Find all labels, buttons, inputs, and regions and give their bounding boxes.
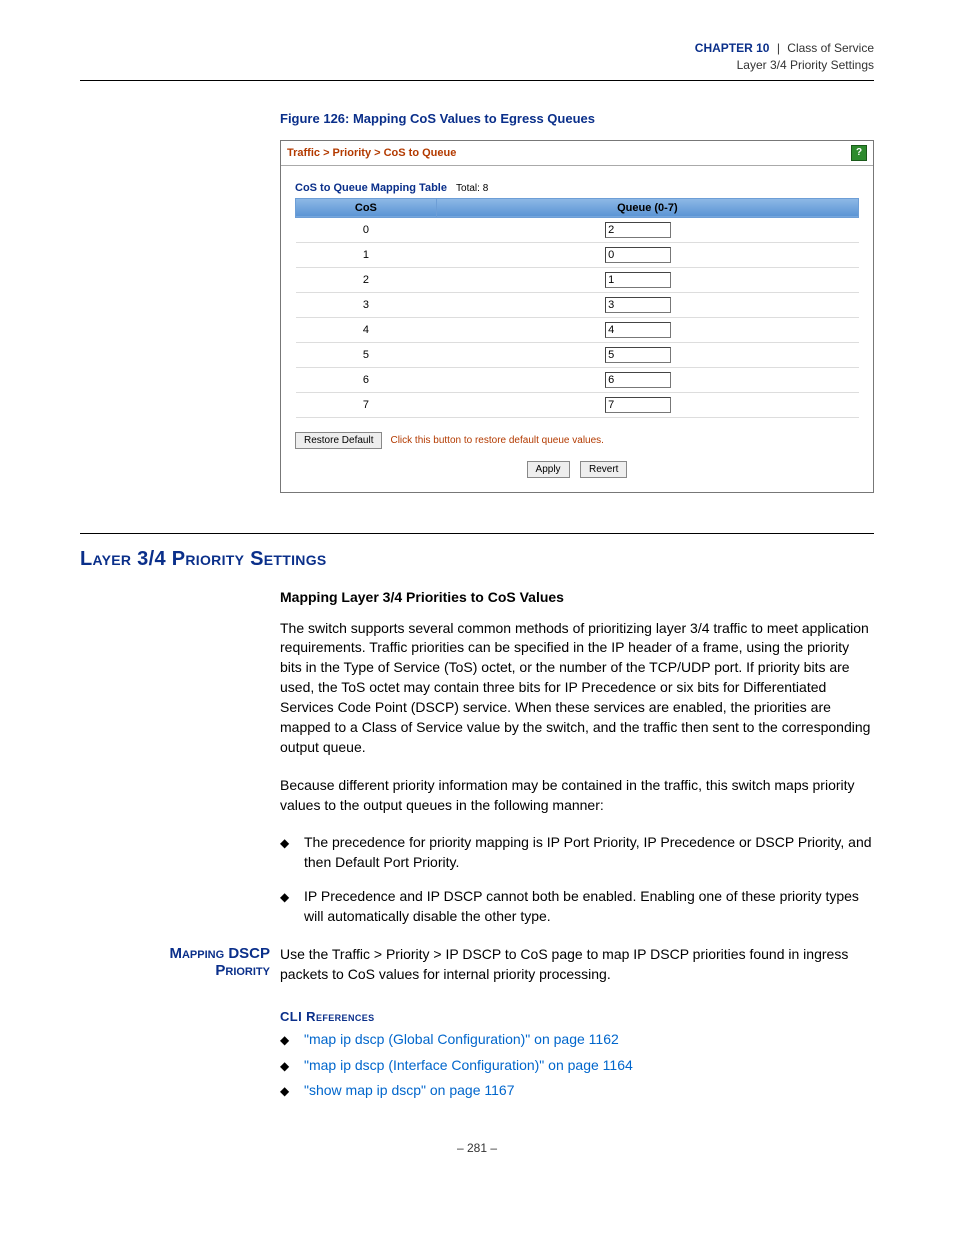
margin-heading: Mapping DSCP Priority	[80, 945, 270, 979]
restore-default-button[interactable]: Restore Default	[295, 432, 382, 449]
cos-cell: 3	[296, 292, 437, 317]
table-row: 7	[296, 392, 859, 417]
cos-cell: 2	[296, 267, 437, 292]
page-number: – 281 –	[80, 1141, 874, 1155]
breadcrumb: Traffic > Priority > CoS to Queue	[287, 147, 456, 159]
queue-cell	[436, 292, 858, 317]
list-item: "show map ip dscp" on page 1167	[280, 1081, 874, 1101]
cos-cell: 7	[296, 392, 437, 417]
help-icon[interactable]: ?	[851, 145, 867, 161]
breadcrumb-bar: Traffic > Priority > CoS to Queue ?	[281, 141, 873, 166]
header-topic: Class of Service	[787, 41, 874, 55]
running-header: CHAPTER 10 | Class of Service Layer 3/4 …	[80, 40, 874, 81]
queue-input[interactable]	[605, 222, 671, 238]
bullet-list: The precedence for priority mapping is I…	[280, 833, 874, 927]
section-heading: Layer 3/4 Priority Settings	[80, 548, 874, 571]
table-row: 3	[296, 292, 859, 317]
queue-cell	[436, 342, 858, 367]
header-subtopic: Layer 3/4 Priority Settings	[80, 57, 874, 74]
body-paragraph: The switch supports several common metho…	[280, 619, 874, 758]
queue-input[interactable]	[605, 247, 671, 263]
col-header-queue: Queue (0-7)	[436, 198, 858, 217]
cli-reference-list: "map ip dscp (Global Configuration)" on …	[280, 1030, 874, 1102]
restore-default-message: Click this button to restore default que…	[390, 435, 603, 446]
queue-input[interactable]	[605, 272, 671, 288]
queue-cell	[436, 317, 858, 342]
list-item: IP Precedence and IP DSCP cannot both be…	[280, 887, 874, 927]
cos-cell: 4	[296, 317, 437, 342]
cos-cell: 5	[296, 342, 437, 367]
list-item: The precedence for priority mapping is I…	[280, 833, 874, 873]
margin-body: Use the Traffic > Priority > IP DSCP to …	[280, 945, 874, 985]
reference-link[interactable]: "map ip dscp (Global Configuration)" on …	[304, 1031, 619, 1047]
table-row: 4	[296, 317, 859, 342]
table-title-text: CoS to Queue Mapping Table	[295, 182, 447, 194]
mapping-table: CoS Queue (0-7) 01234567	[295, 198, 859, 418]
table-title: CoS to Queue Mapping Table Total: 8	[295, 182, 859, 194]
figure-panel: Traffic > Priority > CoS to Queue ? CoS …	[280, 140, 874, 493]
table-row: 2	[296, 267, 859, 292]
table-row: 6	[296, 367, 859, 392]
margin-heading-line1: Mapping DSCP	[169, 945, 270, 962]
queue-input[interactable]	[605, 297, 671, 313]
reference-link[interactable]: "map ip dscp (Interface Configuration)" …	[304, 1057, 633, 1073]
queue-cell	[436, 367, 858, 392]
cos-cell: 0	[296, 217, 437, 242]
queue-cell	[436, 242, 858, 267]
cos-cell: 6	[296, 367, 437, 392]
cli-references-heading: CLI References	[280, 1009, 874, 1024]
sub-heading: Mapping Layer 3/4 Priorities to CoS Valu…	[280, 589, 874, 605]
list-item: "map ip dscp (Interface Configuration)" …	[280, 1056, 874, 1076]
revert-button[interactable]: Revert	[580, 461, 627, 478]
table-total: Total: 8	[456, 183, 488, 194]
chapter-label: CHAPTER 10	[695, 41, 770, 55]
margin-heading-line2: Priority	[215, 962, 270, 979]
cos-cell: 1	[296, 242, 437, 267]
figure-caption: Figure 126: Mapping CoS Values to Egress…	[280, 111, 874, 126]
reference-link[interactable]: "show map ip dscp" on page 1167	[304, 1082, 515, 1098]
apply-button[interactable]: Apply	[527, 461, 570, 478]
queue-cell	[436, 392, 858, 417]
table-row: 0	[296, 217, 859, 242]
queue-input[interactable]	[605, 347, 671, 363]
queue-cell	[436, 267, 858, 292]
body-paragraph: Because different priority information m…	[280, 776, 874, 816]
queue-input[interactable]	[605, 322, 671, 338]
queue-input[interactable]	[605, 397, 671, 413]
queue-cell	[436, 217, 858, 242]
cli-references-heading-text: CLI References	[280, 1009, 375, 1024]
queue-input[interactable]	[605, 372, 671, 388]
separator: |	[777, 41, 780, 55]
table-row: 1	[296, 242, 859, 267]
table-row: 5	[296, 342, 859, 367]
section-heading-text: Layer 3/4 Priority Settings	[80, 548, 327, 570]
col-header-cos: CoS	[296, 198, 437, 217]
list-item: "map ip dscp (Global Configuration)" on …	[280, 1030, 874, 1050]
